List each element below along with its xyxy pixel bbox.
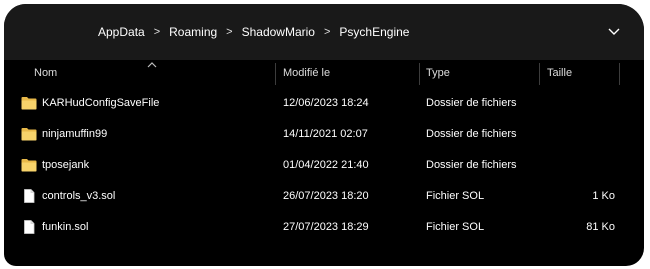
file-date: 27/07/2023 18:29 (283, 221, 369, 233)
address-bar[interactable]: AppData > Roaming > ShadowMario > PsychE… (4, 4, 644, 60)
file-icon (24, 220, 35, 234)
file-size: 1 Ko (592, 190, 615, 202)
file-name: controls_v3.sol (42, 190, 116, 202)
file-explorer-window: AppData > Roaming > ShadowMario > PsychE… (4, 4, 644, 266)
column-header-type[interactable]: Type (426, 60, 450, 88)
file-type: Dossier de fichiers (426, 128, 517, 140)
file-icon (24, 189, 35, 203)
folder-icon (21, 97, 37, 110)
column-divider[interactable] (619, 63, 620, 85)
breadcrumb-separator-icon[interactable]: > (219, 26, 239, 38)
file-row[interactable]: tposejank 01/04/2022 21:40 Dossier de fi… (4, 150, 644, 181)
file-date: 01/04/2022 21:40 (283, 159, 369, 171)
file-type: Fichier SOL (426, 190, 485, 202)
sort-ascending-icon (147, 62, 157, 68)
file-name: ninjamuffin99 (42, 128, 108, 140)
file-type: Fichier SOL (426, 221, 485, 233)
column-divider[interactable] (419, 63, 420, 85)
file-type: Dossier de fichiers (426, 97, 517, 109)
breadcrumb-separator-icon[interactable]: > (317, 26, 337, 38)
file-name: funkin.sol (42, 221, 89, 233)
folder-icon (21, 128, 37, 141)
column-header-date[interactable]: Modifié le (283, 60, 330, 88)
file-date: 14/11/2021 02:07 (283, 128, 368, 140)
address-history-chevron-down-icon[interactable] (604, 22, 624, 42)
file-name: KARHudConfigSaveFile (42, 97, 160, 109)
column-header-name[interactable]: Nom (34, 60, 57, 88)
breadcrumb-separator-icon[interactable]: > (147, 26, 167, 38)
file-date: 26/07/2023 18:20 (283, 190, 369, 202)
column-divider[interactable] (539, 63, 540, 85)
folder-icon (21, 159, 37, 172)
file-type: Dossier de fichiers (426, 159, 517, 171)
file-row[interactable]: funkin.sol 27/07/2023 18:29 Fichier SOL … (4, 212, 644, 243)
column-header-row: Nom Modifié le Type Taille (4, 60, 644, 88)
breadcrumb-psychengine[interactable]: PsychEngine (337, 25, 411, 39)
file-name: tposejank (42, 159, 90, 171)
file-size: 81 Ko (586, 221, 615, 233)
file-date: 12/06/2023 18:24 (283, 97, 369, 109)
column-divider[interactable] (275, 63, 276, 85)
file-row[interactable]: ninjamuffin99 14/11/2021 02:07 Dossier d… (4, 119, 644, 150)
breadcrumb-shadowmario[interactable]: ShadowMario (240, 25, 317, 39)
file-row[interactable]: KARHudConfigSaveFile 12/06/2023 18:24 Do… (4, 88, 644, 119)
file-row[interactable]: controls_v3.sol 26/07/2023 18:20 Fichier… (4, 181, 644, 212)
breadcrumb-roaming[interactable]: Roaming (167, 25, 219, 39)
column-header-size[interactable]: Taille (547, 60, 572, 88)
breadcrumb-appdata[interactable]: AppData (96, 25, 147, 39)
breadcrumb: AppData > Roaming > ShadowMario > PsychE… (96, 23, 411, 41)
